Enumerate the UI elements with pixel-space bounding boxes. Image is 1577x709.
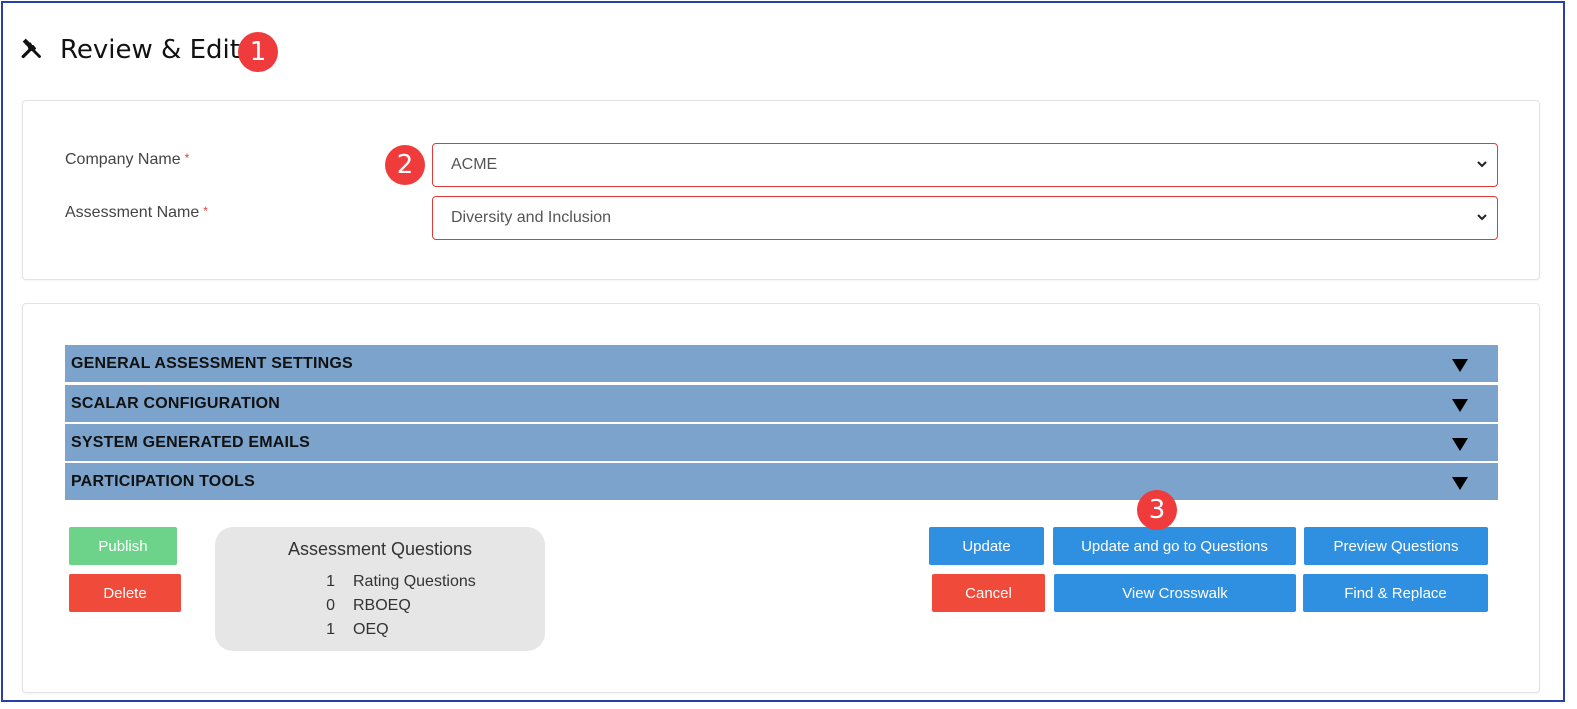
accordion-title: SCALAR CONFIGURATION [71,394,281,412]
update-button[interactable]: Update [929,527,1044,565]
company-name-value: ACME [451,156,498,173]
selection-card: Company Name * ACME Assessment Name * Dive… [22,100,1540,280]
question-summary-panel: Assessment Questions 1 Rating Questions … [215,527,545,651]
accordion-participation-tools[interactable]: PARTICIPATION TOOLS [65,463,1498,501]
summary-count: 1 [326,621,335,638]
summary-row: 0 RBOEQ [295,597,411,615]
summary-label: OEQ [353,621,389,638]
accordion-general-settings[interactable]: GENERAL ASSESSMENT SETTINGS [65,345,1498,383]
callout-badge-2: 2 [385,145,425,185]
caret-down-icon [1452,438,1468,451]
summary-count: 0 [326,597,335,614]
assessment-name-label-text: Assessment Name [65,204,200,221]
settings-card: GENERAL ASSESSMENT SETTINGS SCALAR CONFI… [22,303,1540,693]
caret-down-icon [1452,477,1468,490]
caret-down-icon [1452,359,1468,372]
delete-button[interactable]: Delete [69,574,181,612]
callout-badge-3: 3 [1137,490,1177,530]
preview-questions-button[interactable]: Preview Questions [1304,527,1488,565]
accordion-scalar-configuration[interactable]: SCALAR CONFIGURATION [65,385,1498,423]
page-header: Review & Edit [20,30,240,70]
assessment-name-value: Diversity and Inclusion [451,209,612,226]
company-name-select[interactable]: ACME [432,143,1498,187]
summary-count: 1 [326,573,335,590]
callout-badge-1: 1 [238,32,278,72]
required-mark: * [184,151,190,165]
summary-row: 1 OEQ [295,621,389,639]
find-and-replace-button[interactable]: Find & Replace [1303,574,1488,612]
chevron-down-icon [1477,161,1487,168]
publish-button[interactable]: Publish [69,527,177,565]
required-mark: * [203,204,208,218]
accordion-title: PARTICIPATION TOOLS [71,472,255,490]
summary-row: 1 Rating Questions [295,573,476,591]
summary-title: Assessment Questions [287,539,473,559]
accordion-title: SYSTEM GENERATED EMAILS [71,433,310,451]
company-name-label-text: Company Name [65,151,181,168]
view-crosswalk-button[interactable]: View Crosswalk [1054,574,1296,612]
company-name-label: Company Name * [65,151,189,169]
update-and-go-to-questions-button[interactable]: Update and go to Questions [1053,527,1296,565]
caret-down-icon [1452,399,1468,412]
summary-label: Rating Questions [353,573,476,590]
summary-label: RBOEQ [353,597,411,614]
tools-icon [21,38,41,59]
chevron-down-icon [1477,214,1487,221]
assessment-name-select[interactable]: Diversity and Inclusion [432,196,1498,240]
cancel-button[interactable]: Cancel [932,574,1045,612]
assessment-name-label: Assessment Name * [65,204,208,222]
page-title: Review & Edit [60,35,240,65]
accordion-title: GENERAL ASSESSMENT SETTINGS [71,354,353,372]
accordion-system-emails[interactable]: SYSTEM GENERATED EMAILS [65,424,1498,462]
